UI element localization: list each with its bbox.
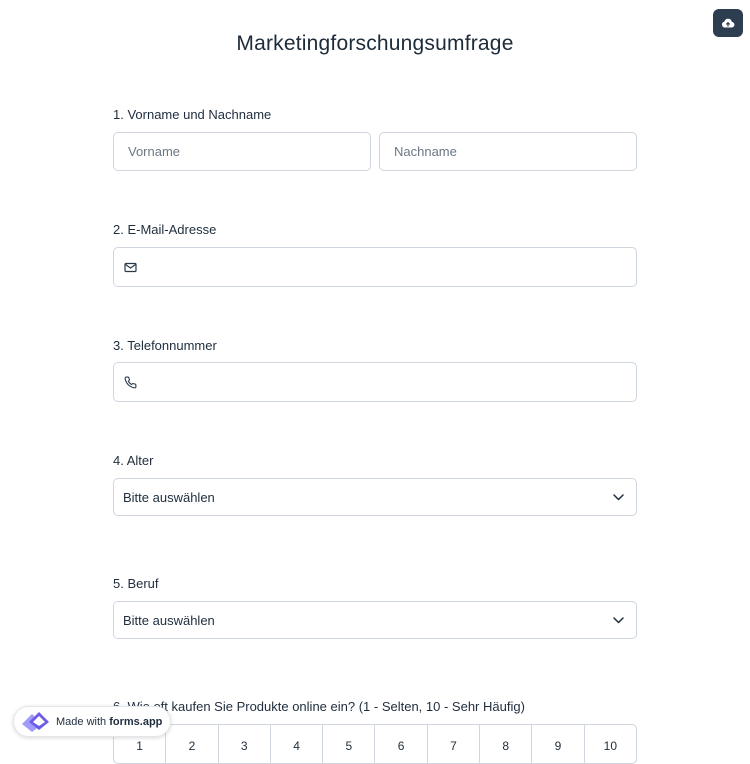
question-5-label: 5. Beruf	[113, 576, 159, 591]
question-4-label: 4. Alter	[113, 453, 154, 468]
question-6-label: 6. Wie oft kaufen Sie Produkte online ei…	[113, 699, 525, 714]
email-field[interactable]	[113, 247, 637, 287]
rating-option-7[interactable]: 7	[428, 725, 481, 763]
chevron-down-icon	[613, 616, 624, 623]
cloud-upload-icon	[721, 18, 735, 28]
question-3-label: 3. Telefonnummer	[113, 338, 217, 353]
first-name-input[interactable]	[113, 132, 371, 171]
rating-option-3[interactable]: 3	[219, 725, 271, 763]
forms-app-logo-icon	[22, 711, 49, 732]
rating-option-8[interactable]: 8	[480, 725, 533, 763]
rating-option-9[interactable]: 9	[532, 725, 585, 763]
badge-brand-text: forms.app	[109, 715, 163, 728]
question-2-label: 2. E-Mail-Adresse	[113, 222, 217, 237]
form-title: Marketingforschungsumfrage	[236, 32, 514, 55]
phone-field[interactable]	[113, 362, 637, 402]
rating-option-5[interactable]: 5	[323, 725, 376, 763]
phone-icon	[124, 376, 137, 388]
mail-icon	[124, 262, 137, 272]
occupation-select[interactable]: Bitte auswählen	[113, 601, 637, 639]
badge-prefix-text: Made with	[56, 715, 107, 728]
phone-input[interactable]	[137, 362, 636, 402]
age-select-value: Bitte auswählen	[123, 489, 215, 505]
last-name-input[interactable]	[379, 132, 637, 171]
rating-option-2[interactable]: 2	[166, 725, 219, 763]
rating-option-10[interactable]: 10	[585, 725, 636, 763]
question-1-label: 1. Vorname und Nachname	[113, 107, 272, 122]
age-select[interactable]: Bitte auswählen	[113, 478, 637, 516]
rating-option-6[interactable]: 6	[375, 725, 428, 763]
email-input[interactable]	[137, 247, 636, 287]
made-with-forms-app-badge[interactable]: Made with forms.app	[13, 706, 171, 737]
online-shopping-frequency-scale: 1 2 3 4 5 6 7 8 9 10	[113, 724, 637, 764]
occupation-select-value: Bitte auswählen	[123, 612, 215, 628]
chevron-down-icon	[613, 493, 624, 500]
rating-option-4[interactable]: 4	[271, 725, 324, 763]
